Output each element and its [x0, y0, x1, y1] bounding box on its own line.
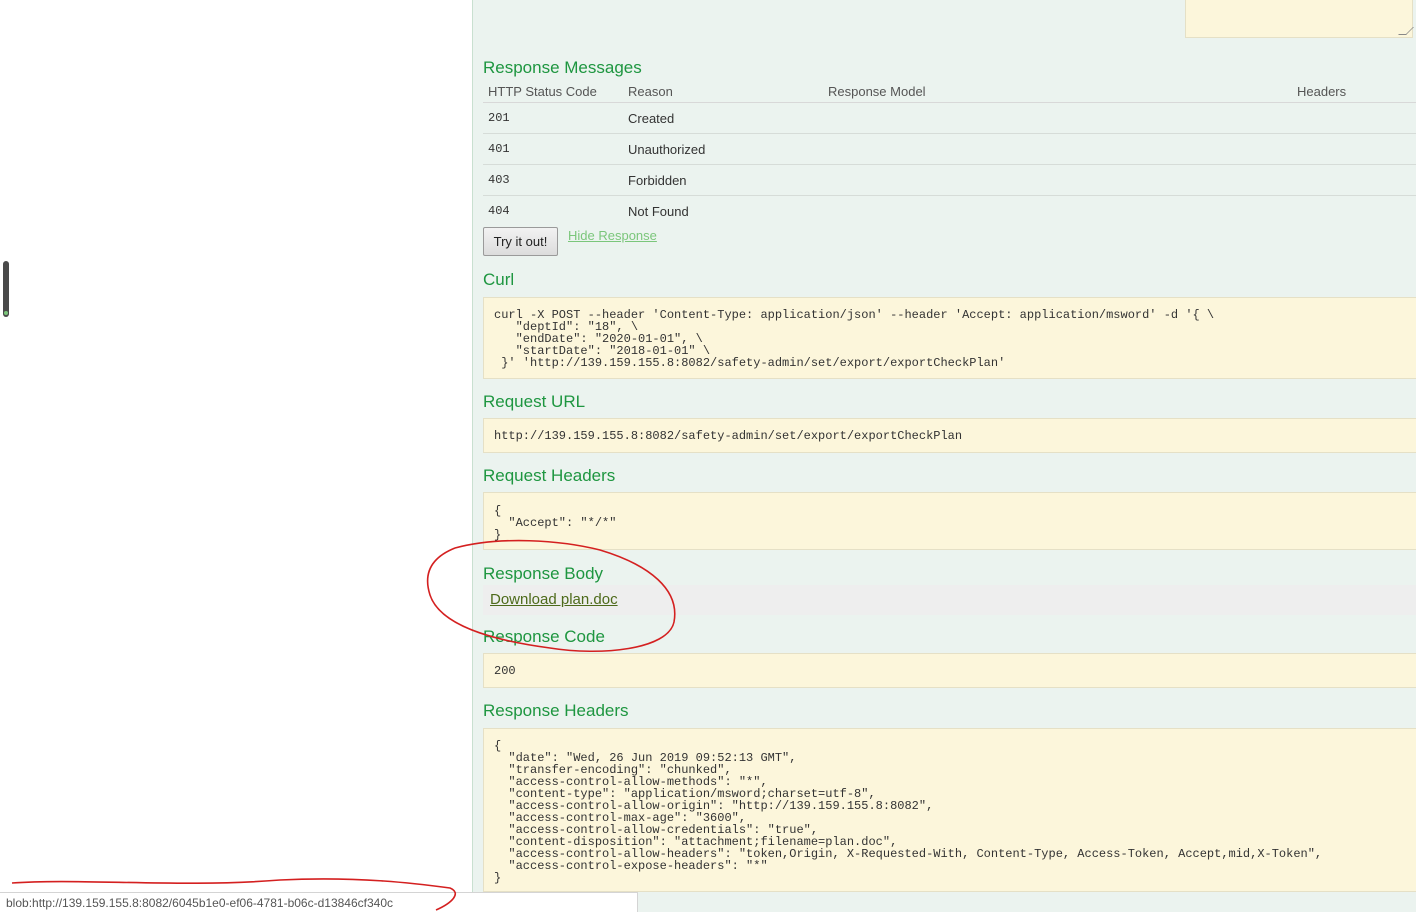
status-code-cell: 403 [483, 164, 623, 196]
reason-cell: Not Found [628, 203, 689, 219]
table-header-row: HTTP Status Code Reason Response Model H… [483, 80, 1416, 103]
request-headers-block: { "Accept": "*/*" } [483, 492, 1416, 550]
column-header-reason: Reason [623, 80, 823, 103]
request-url-title: Request URL [483, 392, 586, 411]
response-messages-table: HTTP Status Code Reason Response Model H… [483, 80, 1416, 226]
status-code-cell: 201 [483, 102, 623, 134]
column-header-status-code: HTTP Status Code [483, 80, 623, 103]
reason-cell: Unauthorized [623, 133, 823, 165]
response-headers-block: { "date": "Wed, 26 Jun 2019 09:52:13 GMT… [483, 728, 1416, 892]
hide-response-link[interactable]: Hide Response [568, 228, 657, 243]
headers-cell [1292, 164, 1416, 196]
table-row: 404 Not Found [483, 196, 1416, 227]
table-row: 401 Unauthorized [483, 133, 1416, 165]
status-code-cell: 404 [488, 204, 510, 218]
response-body-title: Response Body [483, 564, 604, 583]
response-code-block: 200 [483, 653, 1416, 688]
reason-cell: Forbidden [623, 164, 823, 196]
column-header-headers: Headers [1292, 80, 1416, 103]
status-code-cell: 401 [483, 133, 623, 165]
column-header-response-model: Response Model [823, 80, 1292, 103]
response-headers-title: Response Headers [483, 701, 629, 720]
response-model-cell [823, 102, 1292, 134]
try-it-out-button[interactable]: Try it out! [483, 227, 558, 256]
headers-cell [1292, 196, 1416, 227]
headers-cell [1292, 102, 1416, 134]
browser-status-bar: blob:http://139.159.155.8:8082/6045b1e0-… [0, 892, 638, 912]
response-model-cell [823, 164, 1292, 196]
request-url-block: http://139.159.155.8:8082/safety-admin/s… [483, 418, 1416, 453]
response-model-cell [823, 133, 1292, 165]
table-row: 201 Created [483, 102, 1416, 134]
response-model-cell [823, 196, 1292, 227]
headers-cell [1292, 133, 1416, 165]
response-code-title: Response Code [483, 627, 605, 646]
curl-title: Curl [483, 270, 515, 289]
reason-cell: Created [623, 102, 823, 134]
table-row: 403 Forbidden [483, 164, 1416, 196]
request-headers-title: Request Headers [483, 466, 616, 485]
response-body-block: Download plan.doc [483, 585, 1416, 615]
download-file-link[interactable]: Download plan.doc [490, 591, 618, 608]
request-body-textarea[interactable] [1185, 0, 1413, 38]
page-scrollbar-thumb[interactable] [3, 261, 9, 317]
response-messages-title: Response Messages [483, 58, 642, 77]
curl-command-block: curl -X POST --header 'Content-Type: app… [483, 297, 1416, 379]
operation-panel: Response Messages HTTP Status Code Reaso… [472, 0, 1416, 912]
